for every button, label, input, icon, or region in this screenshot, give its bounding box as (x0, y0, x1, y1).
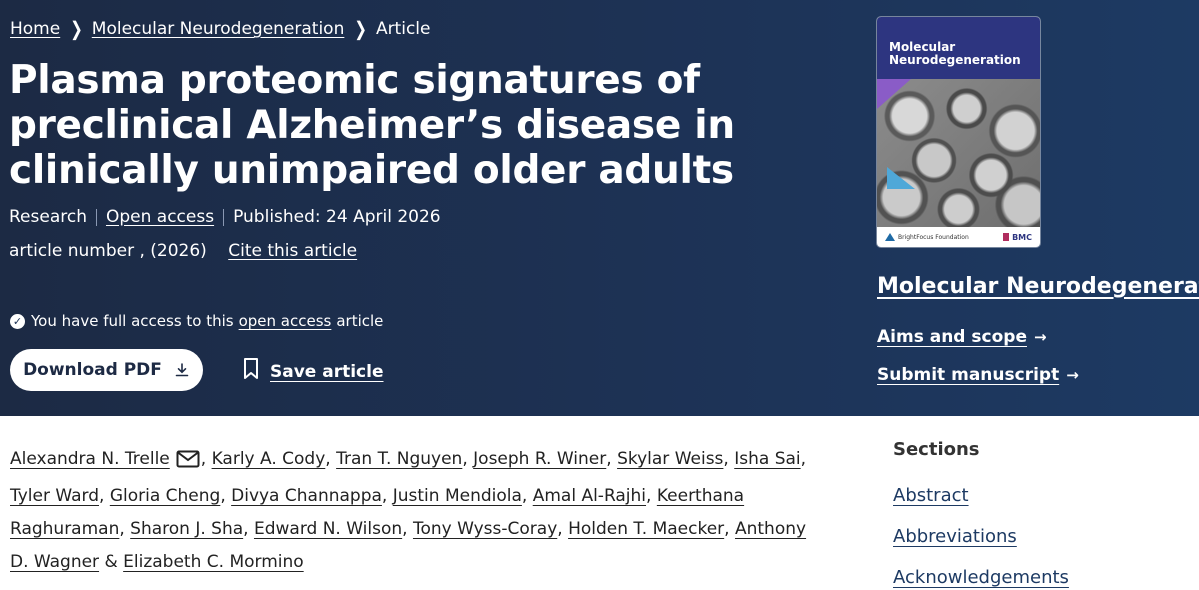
author-separator: , (200, 449, 212, 469)
bmc-text: BMC (1012, 232, 1032, 242)
author-separator: , (119, 519, 131, 539)
author-link[interactable]: Edward N. Wilson (254, 519, 402, 539)
author-separator: , (521, 486, 533, 506)
cover-accent-shape (887, 167, 915, 189)
journal-cover-image[interactable]: Molecular Neurodegeneration BrightFocus … (877, 17, 1040, 247)
aims-scope-label: Aims and scope (877, 327, 1027, 347)
author-link[interactable]: Isha Sai (734, 449, 800, 469)
brightfocus-text: BrightFocus Foundation (898, 233, 969, 241)
author-separator: , (220, 486, 232, 506)
breadcrumb-home-link[interactable]: Home (10, 19, 60, 39)
cover-title: Molecular Neurodegeneration (889, 41, 1021, 67)
chevron-right-icon: ❯ (354, 17, 367, 41)
author-separator: , (402, 519, 413, 539)
meta-divider (95, 208, 97, 226)
access-notice: ✓ You have full access to this open acce… (10, 312, 383, 330)
author-separator: , (381, 486, 393, 506)
access-notice-prefix: You have full access to this (31, 312, 234, 330)
author-link[interactable]: Joseph R. Winer (473, 449, 606, 469)
author-separator: , (724, 519, 735, 539)
author-separator: , (99, 486, 110, 506)
bookmark-icon (242, 357, 260, 386)
author-link[interactable]: Elizabeth C. Mormino (123, 552, 304, 572)
access-notice-suffix: article (336, 312, 384, 330)
section-link-acknowledgements[interactable]: Acknowledgements (893, 567, 1069, 588)
article-meta: Research Open access Published: 24 April… (9, 207, 441, 227)
cover-footer: BrightFocus Foundation BMC (877, 227, 1040, 247)
download-pdf-button[interactable]: Download PDF (10, 349, 203, 391)
author-separator: , (723, 449, 735, 469)
author-link[interactable]: Tyler Ward (10, 486, 99, 506)
arrow-right-icon: → (1033, 328, 1047, 346)
chevron-right-icon: ❯ (70, 17, 83, 41)
meta-divider (223, 208, 225, 226)
author-separator: , (325, 449, 337, 469)
author-link[interactable]: Amal Al-Rajhi (533, 486, 646, 506)
section-link-abbreviations[interactable]: Abbreviations (893, 526, 1017, 547)
author-list: Alexandra N. Trelle, Karly A. Cody, Tran… (10, 443, 810, 579)
article-title: Plasma proteomic signatures of preclinic… (9, 58, 735, 193)
arrow-right-icon: → (1066, 366, 1079, 384)
bmc-logo: BMC (1003, 233, 1032, 242)
submit-manuscript-link[interactable]: Submit manuscript → (877, 365, 1079, 385)
author-link[interactable]: Karly A. Cody (212, 449, 326, 469)
aims-scope-link[interactable]: Aims and scope → (877, 327, 1047, 347)
article-header: Home ❯ Molecular Neurodegeneration ❯ Art… (0, 0, 1199, 416)
sections-heading: Sections (893, 439, 980, 460)
section-link-abstract[interactable]: Abstract (893, 485, 969, 506)
breadcrumb: Home ❯ Molecular Neurodegeneration ❯ Art… (10, 17, 431, 41)
author-separator: , (557, 519, 569, 539)
brightfocus-logo: BrightFocus Foundation (885, 233, 969, 241)
access-notice-link[interactable]: open access (239, 312, 332, 330)
cover-title-line: Neurodegeneration (889, 53, 1021, 67)
author-separator: , (646, 486, 657, 506)
author-link[interactable]: Gloria Cheng (110, 486, 221, 506)
open-access-link[interactable]: Open access (106, 207, 214, 227)
download-pdf-label: Download PDF (23, 360, 162, 380)
article-citation-row: article number , (2026) Cite this articl… (9, 241, 357, 261)
article-type: Research (9, 207, 87, 227)
author-separator: & (99, 552, 124, 572)
author-link[interactable]: Tran T. Nguyen (336, 449, 462, 469)
breadcrumb-current: Article (375, 19, 431, 39)
brightfocus-mark-icon (885, 233, 895, 241)
author-separator: , (606, 449, 618, 469)
author-link[interactable]: Alexandra N. Trelle (10, 449, 170, 469)
breadcrumb-journal-link[interactable]: Molecular Neurodegeneration (92, 19, 345, 39)
download-icon (174, 362, 190, 378)
author-separator: , (800, 449, 807, 469)
author-link[interactable]: Justin Mendiola (393, 486, 522, 506)
bmc-mark-icon (1003, 233, 1010, 241)
author-link[interactable]: Sharon J. Sha (130, 519, 243, 539)
published-date: Published: 24 April 2026 (233, 207, 441, 227)
cover-accent-shape (877, 79, 911, 109)
author-link[interactable]: Tony Wyss-Coray (413, 519, 557, 539)
author-separator: , (243, 519, 254, 539)
author-link[interactable]: Skylar Weiss (617, 449, 723, 469)
journal-name-link[interactable]: Molecular Neurodegeneration (877, 274, 1199, 299)
cite-article-link[interactable]: Cite this article (228, 241, 357, 261)
save-article-button[interactable]: Save article (242, 357, 384, 386)
save-article-label: Save article (270, 361, 384, 382)
envelope-icon[interactable] (176, 447, 200, 480)
author-link[interactable]: Divya Channappa (231, 486, 382, 506)
author-link[interactable]: Holden T. Maecker (568, 519, 724, 539)
submit-manuscript-label: Submit manuscript (877, 365, 1060, 385)
article-number: article number , (2026) (9, 241, 207, 261)
author-separator: , (462, 449, 474, 469)
check-circle-icon: ✓ (10, 313, 25, 329)
